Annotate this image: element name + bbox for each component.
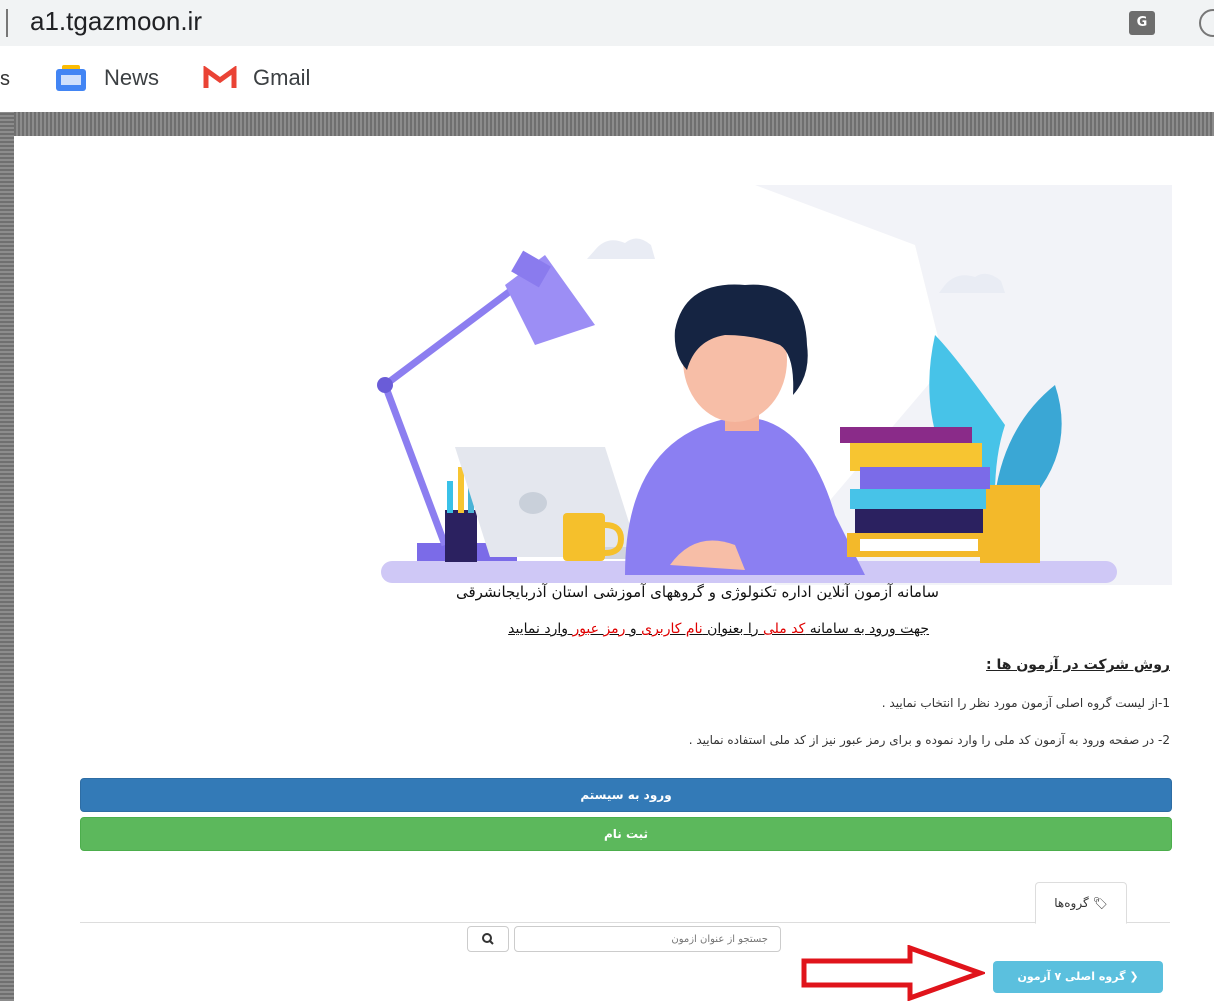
more-icon[interactable]	[1199, 9, 1214, 37]
hero-illustration	[355, 185, 1172, 585]
login-note-suffix: وارد نمایید	[508, 621, 573, 637]
login-instruction: جهت ورود به سامانه کد ملی را بعنوان نام …	[508, 621, 929, 637]
instruction-step-2: 2- در صفحه ورود به آزمون کد ملی را وارد …	[688, 733, 1170, 747]
search-icon	[482, 933, 494, 945]
national-code-highlight: کد ملی	[762, 621, 806, 637]
login-note-prefix: جهت ورود به سامانه	[805, 621, 929, 637]
main-group-button[interactable]: ❮ گروه اصلی ۷ آزمون	[993, 961, 1163, 993]
tag-icon: 🏷	[1092, 896, 1108, 910]
login-note-middle: را بعنوان	[702, 621, 763, 637]
system-title: سامانه آزمون آنلاین اداره تکنولوژی و گرو…	[455, 583, 939, 601]
main-group-label: گروه اصلی ۷ آزمون	[1017, 970, 1126, 983]
tab-bar-divider	[80, 922, 1170, 923]
annotation-arrow-icon	[801, 945, 985, 1001]
google-news-icon	[56, 65, 86, 91]
login-note-and: و	[625, 621, 642, 637]
bookmark-partial-label[interactable]: s	[0, 68, 10, 91]
search-input[interactable]	[514, 926, 781, 952]
bookmark-gmail-label: Gmail	[253, 65, 311, 90]
translate-icon[interactable]: G	[1129, 11, 1155, 35]
bookmark-news-label: News	[104, 65, 160, 90]
search-button[interactable]	[467, 926, 509, 952]
page-frame-left	[0, 112, 14, 1001]
instruction-step-1: 1-از لیست گروه اصلی آزمون مورد نظر را ان…	[881, 696, 1170, 710]
password-highlight: رمز عبور	[572, 621, 626, 637]
username-highlight: نام کاربری	[641, 621, 703, 637]
gmail-icon	[203, 66, 237, 88]
bookmark-news[interactable]: News	[56, 62, 159, 94]
tab-groups[interactable]: 🏷 گروه‌ها	[1035, 882, 1127, 924]
bookmark-gmail[interactable]: Gmail	[203, 62, 310, 94]
address-bar[interactable]: a1.tgazmoon.ir G	[0, 0, 1214, 46]
url-text[interactable]: a1.tgazmoon.ir	[30, 6, 202, 37]
login-button[interactable]: ورود به سیستم	[80, 778, 1172, 812]
bookmarks-bar: s News Gmail	[0, 46, 1214, 112]
address-bar-divider	[6, 9, 8, 37]
register-button[interactable]: ثبت نام	[80, 817, 1172, 851]
chevron-left-icon: ❮	[1129, 970, 1139, 983]
page-frame-top	[0, 112, 1214, 136]
tab-groups-label: گروه‌ها	[1054, 896, 1089, 910]
how-to-heading: روش شرکت در آزمون ها :	[986, 657, 1170, 673]
